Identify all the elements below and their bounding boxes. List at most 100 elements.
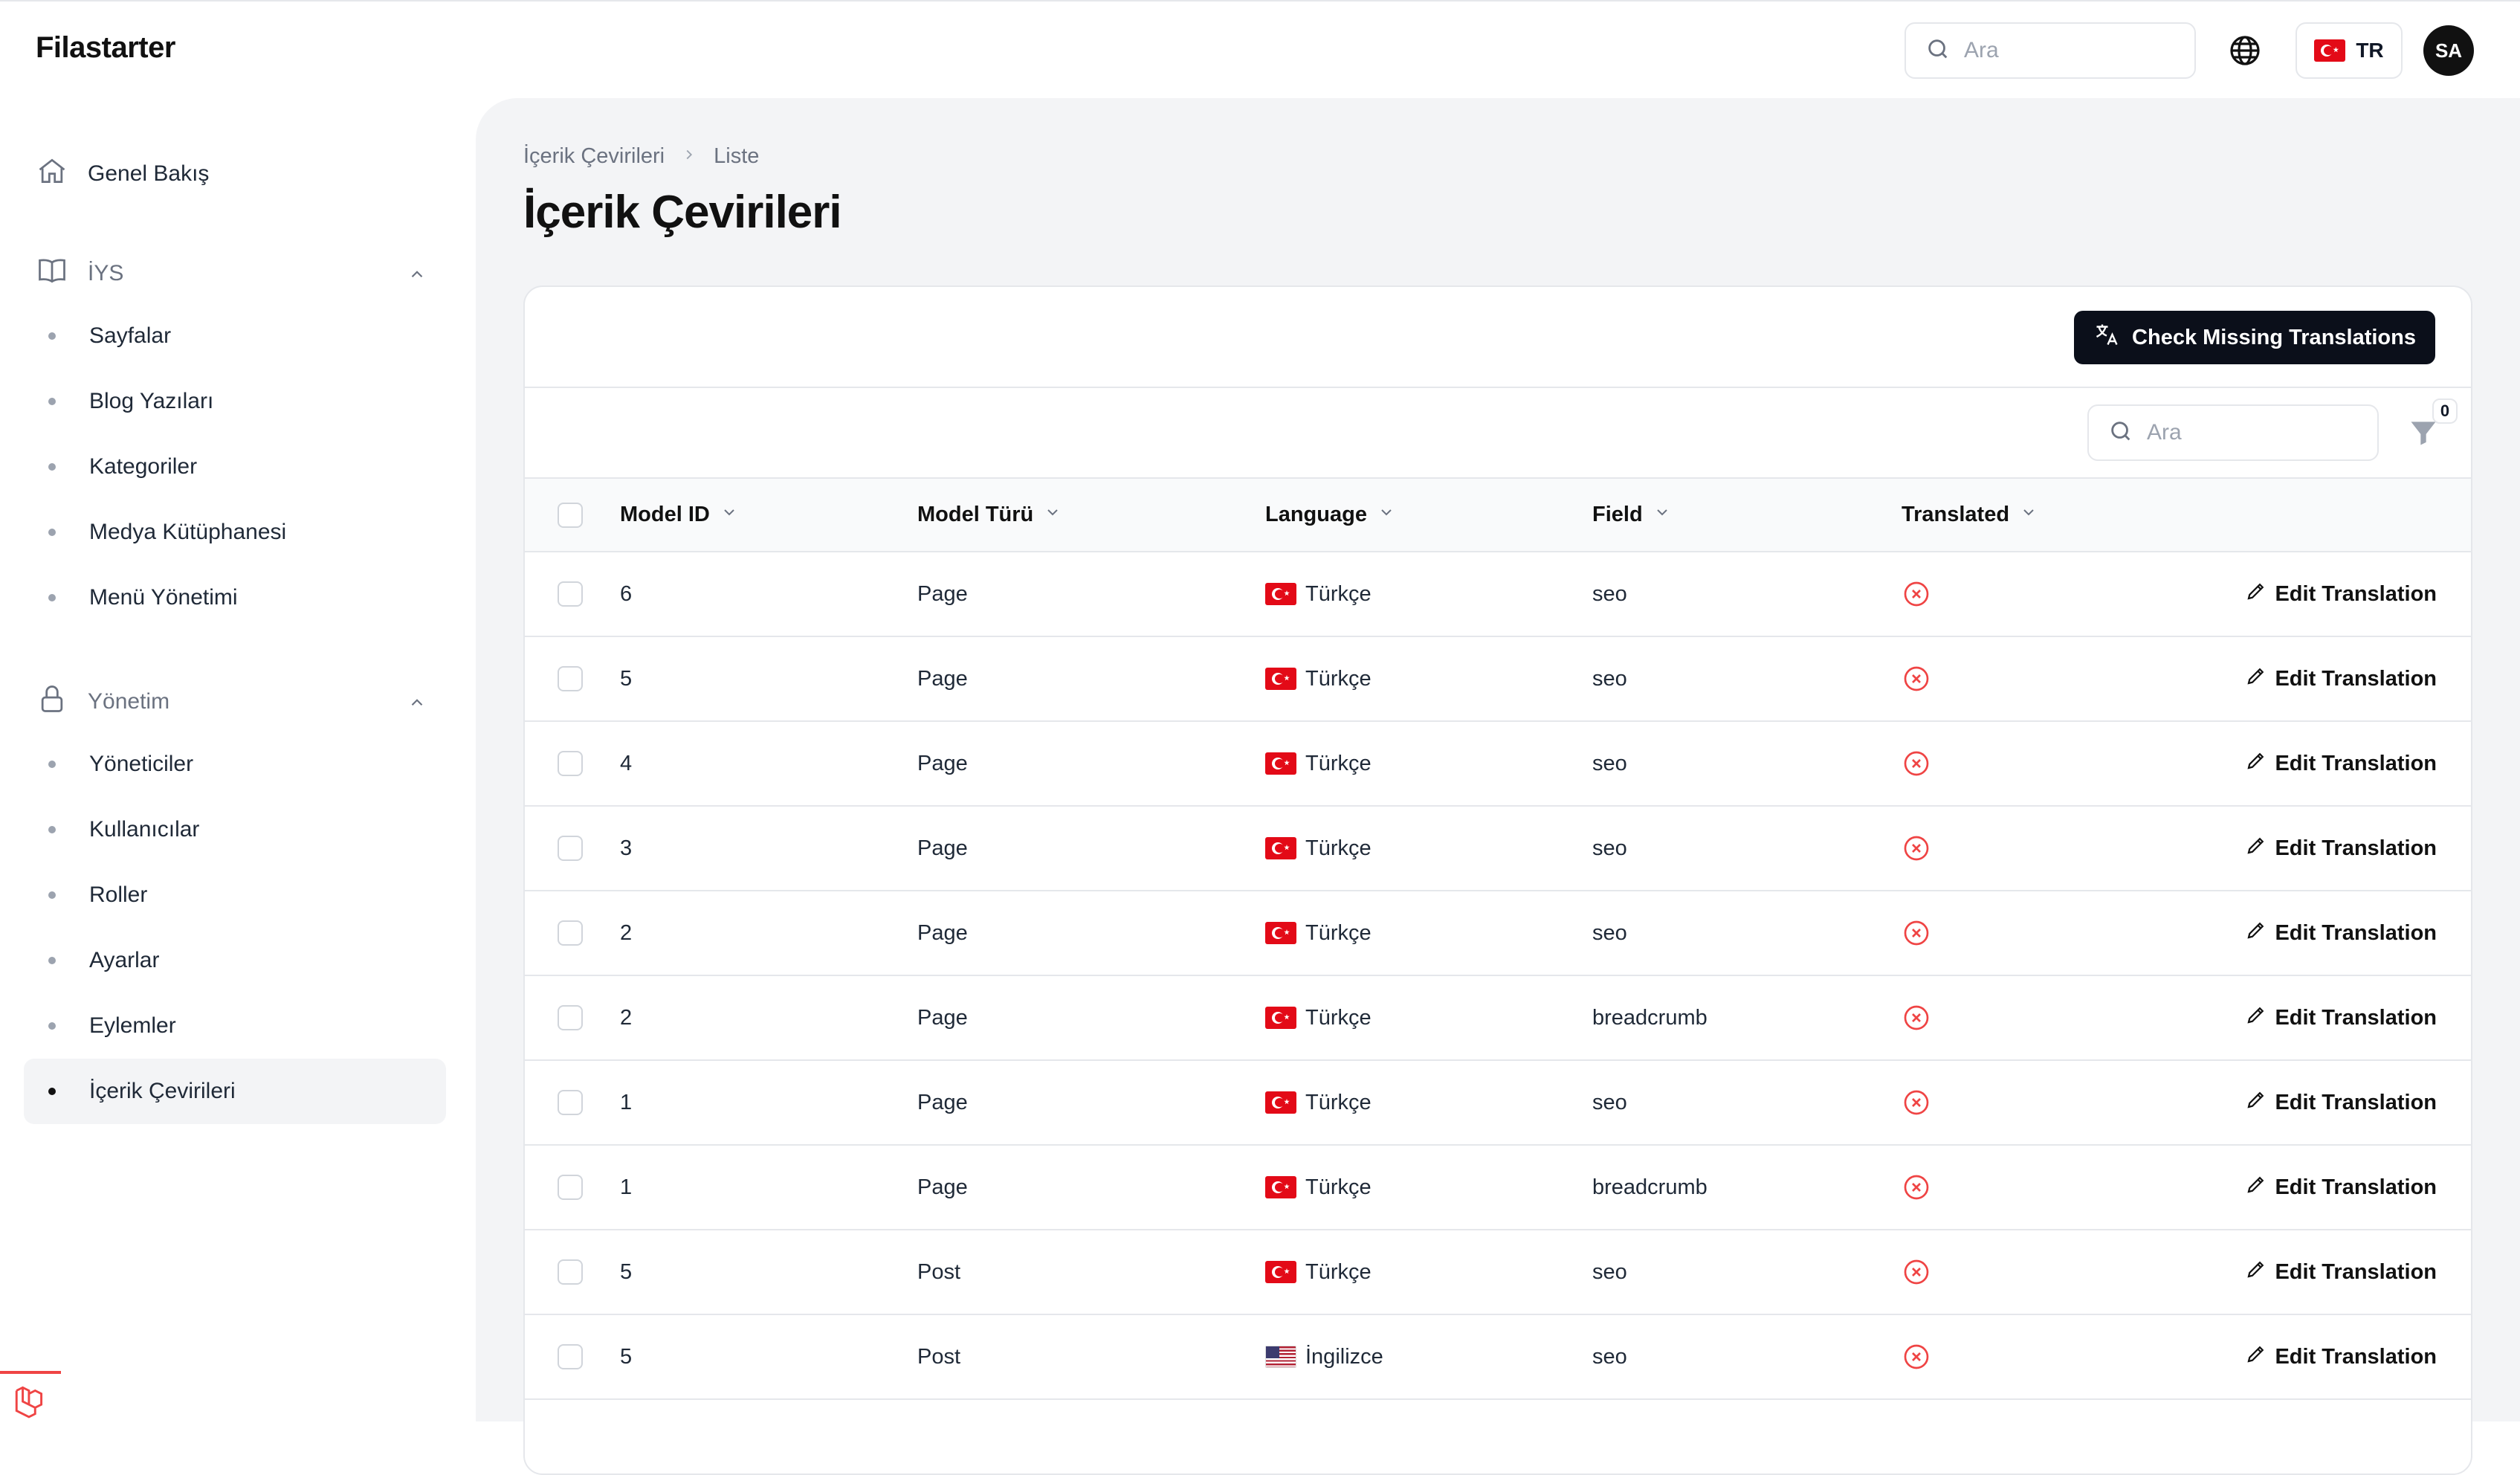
row-checkbox[interactable] [558,920,583,946]
row-checkbox[interactable] [558,1344,583,1370]
turkey-flag-icon [1265,752,1296,775]
row-select-cell [525,1230,620,1314]
chevron-up-icon[interactable] [407,693,427,718]
column-header-language[interactable]: Language [1265,479,1592,552]
sidebar-item-label: Sayfalar [89,323,172,348]
column-header-field[interactable]: Field [1592,479,1902,552]
field-cell: breadcrumb [1592,1005,1708,1030]
language-label: Türkçe [1305,920,1372,945]
top-bar: Filastarter TR SA [0,0,2520,98]
nav-group-header-management[interactable]: Yönetim [0,672,476,732]
model-type-cell: Page [917,581,968,606]
language-label: Türkçe [1305,581,1372,606]
column-label: Language [1265,502,1367,526]
row-checkbox[interactable] [558,666,583,692]
sidebar-item-admins[interactable]: Yöneticiler [0,732,476,797]
translated-cell [1902,1060,2125,1145]
language-label: Türkçe [1305,666,1372,691]
edit-translation-link[interactable]: Edit Translation [2125,1173,2471,1201]
language-label: İngilizce [1305,1344,1383,1369]
language-cell: Türkçe [1265,975,1592,1060]
translate-icon [2093,321,2120,354]
edit-translation-link[interactable]: Edit Translation [2125,834,2471,862]
row-checkbox[interactable] [558,1259,583,1285]
home-icon [36,155,68,193]
row-checkbox[interactable] [558,1005,583,1031]
field-cell: seo [1592,666,1627,691]
x-circle-icon [1902,1257,2125,1287]
sort-chevron-icon[interactable] [1377,503,1395,527]
model-type-cell: Page [917,666,968,691]
translated-cell [1902,552,2125,636]
sort-chevron-icon[interactable] [2020,503,2038,527]
turkey-flag-icon [2314,39,2346,62]
chevron-up-icon[interactable] [407,265,427,290]
actions-cell: Edit Translation [2125,806,2471,891]
sidebar-item-media-library[interactable]: Medya Kütüphanesi [0,500,476,565]
table-search[interactable] [2087,404,2379,461]
nav-group-label: Yönetim [88,689,170,714]
edit-translation-link[interactable]: Edit Translation [2125,1088,2471,1117]
global-search-input[interactable] [1964,38,2187,63]
sort-chevron-icon[interactable] [1044,503,1062,527]
sidebar-item-actions[interactable]: Eylemler [0,993,476,1059]
sidebar-item-pages[interactable]: Sayfalar [0,303,476,369]
pencil-icon [2245,1258,2267,1286]
sidebar-item-overview[interactable]: Genel Bakış [0,144,476,204]
model-type-cell: Page [917,751,968,775]
model-id-cell: 6 [620,581,633,606]
sidebar-item-settings[interactable]: Ayarlar [0,928,476,993]
sort-chevron-icon[interactable] [1653,503,1671,527]
edit-translation-link[interactable]: Edit Translation [2125,1343,2471,1371]
edit-translation-label: Edit Translation [2275,1259,2437,1284]
user-avatar[interactable]: SA [2423,25,2474,76]
sidebar-item-users[interactable]: Kullanıcılar [0,797,476,862]
globe-icon[interactable] [2227,33,2263,68]
edit-translation-label: Edit Translation [2275,1005,2437,1030]
field-cell: seo [1592,1344,1627,1369]
sidebar-item-categories[interactable]: Kategoriler [0,434,476,500]
sidebar-item-roles[interactable]: Roller [0,862,476,928]
model-id-cell: 1 [620,1175,633,1199]
sidebar-item-content-translations[interactable]: İçerik Çevirileri [24,1059,446,1124]
edit-translation-link[interactable]: Edit Translation [2125,580,2471,608]
edit-translation-link[interactable]: Edit Translation [2125,749,2471,778]
row-checkbox[interactable] [558,751,583,777]
edit-translation-link[interactable]: Edit Translation [2125,1258,2471,1286]
column-header-translated[interactable]: Translated [1902,479,2125,552]
laravel-logo-icon[interactable] [0,1371,61,1421]
field-cell: breadcrumb [1592,1175,1708,1199]
language-switcher[interactable]: TR [2296,22,2403,79]
sidebar: Genel Bakış İYS Sayfalar Blog Yazıları K… [0,98,476,1421]
check-missing-translations-button[interactable]: Check Missing Translations [2074,311,2435,364]
chevron-right-icon [681,144,697,169]
sidebar-item-blog-posts[interactable]: Blog Yazıları [0,369,476,434]
row-checkbox[interactable] [558,581,583,607]
row-checkbox[interactable] [558,836,583,862]
row-select-cell [525,1314,620,1399]
row-select-cell [525,806,620,891]
edit-translation-link[interactable]: Edit Translation [2125,1004,2471,1032]
breadcrumb-parent[interactable]: İçerik Çevirileri [523,144,665,169]
table-search-input[interactable] [2147,420,2370,445]
sort-chevron-icon[interactable] [720,503,738,527]
nav-group-header-iys[interactable]: İYS [0,244,476,303]
global-search[interactable] [1904,22,2196,79]
column-header-model-id[interactable]: Model ID [620,479,917,552]
translated-cell [1902,721,2125,806]
breadcrumb-current: Liste [714,144,760,168]
select-all-checkbox[interactable] [558,502,583,528]
language-label: Türkçe [1305,1005,1372,1030]
row-checkbox[interactable] [558,1090,583,1116]
column-header-model-type[interactable]: Model Türü [917,479,1265,552]
bullet [48,761,56,768]
language-label: Türkçe [1305,1259,1372,1284]
row-checkbox[interactable] [558,1175,583,1201]
language-cell: Türkçe [1265,1230,1592,1314]
language-cell: Türkçe [1265,636,1592,721]
turkey-flag-icon [1265,1176,1296,1198]
brand-logo[interactable]: Filastarter [36,31,175,65]
sidebar-item-menu-management[interactable]: Menü Yönetimi [0,565,476,630]
edit-translation-link[interactable]: Edit Translation [2125,665,2471,693]
edit-translation-link[interactable]: Edit Translation [2125,919,2471,947]
